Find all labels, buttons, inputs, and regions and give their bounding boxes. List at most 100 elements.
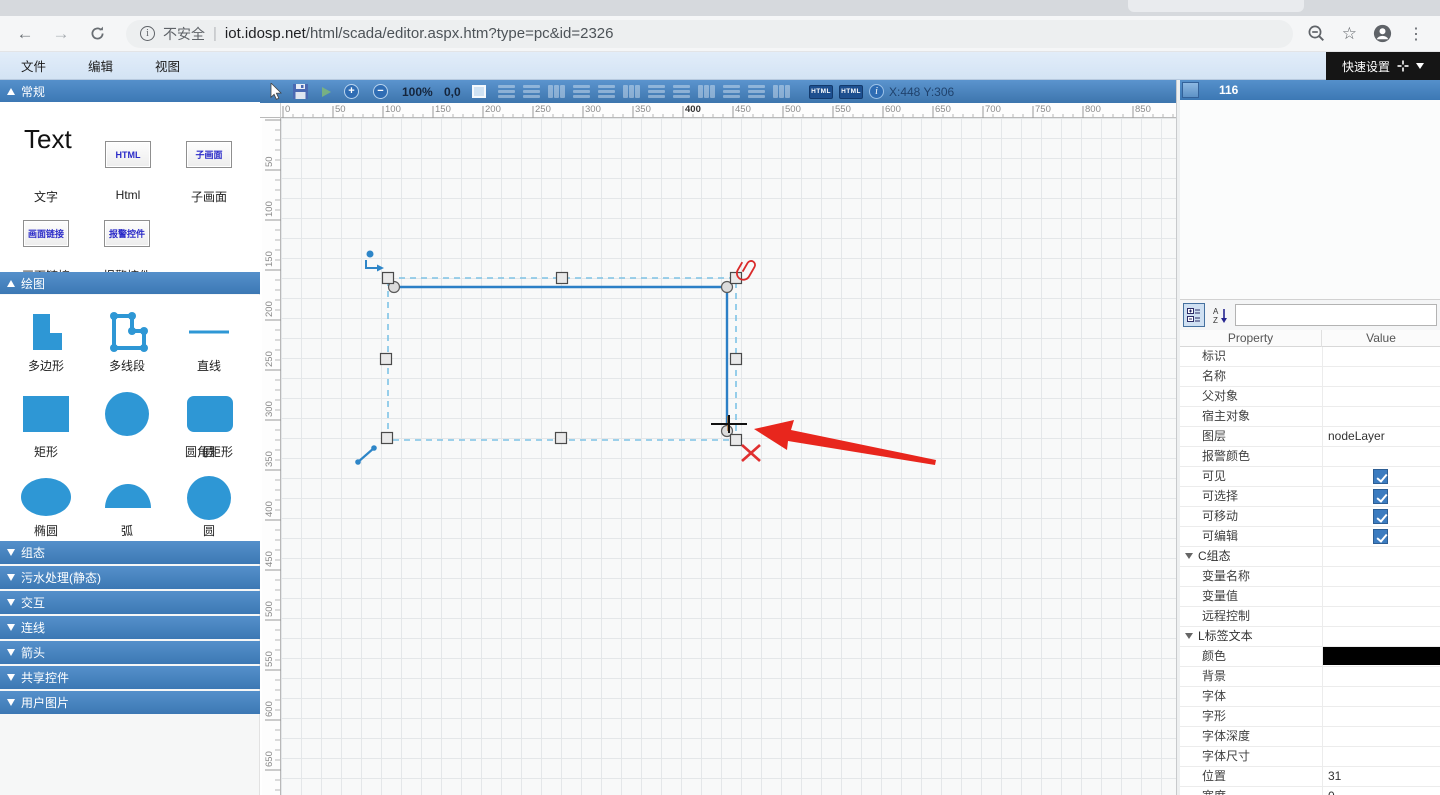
html-source-icon[interactable]: HTML [809,84,833,99]
property-row[interactable]: 宿主对象 [1180,407,1440,427]
section-header-collapsed[interactable]: 组态 [0,541,260,564]
section-header-collapsed[interactable]: 连线 [0,616,260,639]
property-section-label: L标签文本 [1198,629,1253,643]
color-swatch[interactable] [1323,647,1440,665]
line-icon[interactable] [188,329,230,335]
selection-handles[interactable] [379,271,743,447]
circle-icon[interactable] [186,475,232,521]
property-row[interactable]: 名称 [1180,367,1440,387]
property-row[interactable]: 远程控制 [1180,607,1440,627]
property-row[interactable]: 变量名称 [1180,567,1440,587]
section-header-drawing[interactable]: 绘图 [0,272,260,294]
reload-icon[interactable] [82,19,112,49]
rounded-rect-icon[interactable] [186,395,234,433]
section-collapse-icon[interactable] [1185,553,1193,559]
section-header-collapsed[interactable]: 污水处理(静态) [0,566,260,589]
info-icon[interactable]: i [869,84,884,99]
svg-text:650: 650 [935,104,951,115]
circle-icon[interactable] [104,391,150,437]
panel-list-area[interactable] [1180,100,1440,300]
property-row[interactable]: 图层 nodeLayer [1180,427,1440,447]
vertex-handles[interactable] [387,280,734,438]
section-collapse-icon[interactable] [1185,633,1193,639]
property-row[interactable]: 背景 [1180,667,1440,687]
url-text[interactable]: iot.idosp.net/html/scada/editor.aspx.htm… [225,25,614,42]
property-row[interactable]: 字体尺寸 [1180,747,1440,767]
section-body-general: Text 文字 HTML Html 子画面 子画面 画面链接 画面链接 报警控件… [0,102,260,283]
section-title: 交互 [21,596,46,610]
checkbox-checked-icon[interactable] [1373,469,1388,484]
section-header-collapsed[interactable]: 箭头 [0,641,260,664]
zoom-out-page-icon[interactable] [1307,24,1326,43]
arc-icon[interactable] [104,483,152,509]
property-row[interactable]: 可选择 [1180,487,1440,507]
property-label: 图层 [1202,429,1227,443]
svg-text:800: 800 [1085,104,1101,115]
property-value[interactable]: 0 [1328,787,1335,795]
checkbox-checked-icon[interactable] [1373,489,1388,504]
star-icon[interactable]: ☆ [1342,24,1357,44]
property-row[interactable]: 标识 [1180,347,1440,367]
property-value[interactable]: nodeLayer [1328,427,1385,446]
html-tool[interactable]: HTML [105,141,151,168]
menu-item[interactable]: 视图 [134,56,201,75]
alarm-widget-tool[interactable]: 报警控件 [104,220,150,247]
property-row[interactable]: 颜色 [1180,647,1440,667]
text-tool[interactable]: Text [24,124,72,155]
page-info-icon[interactable]: i [140,26,155,41]
property-row[interactable]: 可编辑 [1180,527,1440,547]
property-row[interactable]: 位置 31 [1180,767,1440,787]
svg-text:850: 850 [1135,104,1151,115]
subscreen-tool[interactable]: 子画面 [186,141,232,168]
property-row[interactable]: 变量值 [1180,587,1440,607]
property-row[interactable]: 可移动 [1180,507,1440,527]
ellipse-icon[interactable] [20,477,72,517]
property-row[interactable]: 父对象 [1180,387,1440,407]
property-row[interactable]: 报警颜色 [1180,447,1440,467]
section-header-general[interactable]: 常规 [0,80,260,102]
value-column-header[interactable]: Value [1322,330,1440,347]
select-cursor-icon[interactable] [270,80,283,103]
sort-az-icon[interactable]: AZ [1210,303,1230,327]
security-label[interactable]: 不安全 [163,24,205,44]
quick-settings-button[interactable]: 快速设置 [1326,52,1440,80]
polygon-icon[interactable] [26,313,66,353]
menu-item[interactable]: 文件 [0,56,67,75]
property-value[interactable]: 31 [1328,767,1341,786]
polyline-icon[interactable] [105,309,151,355]
run-icon[interactable] [322,80,331,103]
rect-icon[interactable] [22,395,70,433]
panel-mini-button[interactable] [1182,82,1199,98]
section-title: 连线 [21,621,46,635]
back-icon[interactable]: ← [10,19,40,49]
forward-icon[interactable]: → [46,19,76,49]
address-bar[interactable]: i 不安全 | iot.idosp.net/html/scada/editor.… [126,19,1293,48]
property-row[interactable]: 可见 [1180,467,1440,487]
property-filter-input[interactable] [1235,304,1437,326]
html-preview-icon[interactable]: HTML [839,84,863,99]
zoom-in-icon[interactable]: + [344,80,359,103]
property-section-label: C组态 [1198,549,1231,563]
property-column-header[interactable]: Property [1180,330,1322,347]
screen-link-tool[interactable]: 画面链接 [23,220,69,247]
property-section-row[interactable]: C组态 [1180,547,1440,567]
section-header-collapsed[interactable]: 交互 [0,591,260,614]
menu-item[interactable]: 编辑 [67,56,134,75]
section-header-collapsed[interactable]: 共享控件 [0,666,260,689]
property-row[interactable]: 字体 [1180,687,1440,707]
checkbox-checked-icon[interactable] [1373,509,1388,524]
section-header-collapsed[interactable]: 用户图片 [0,691,260,714]
frame-icon[interactable] [472,80,486,103]
drawn-polyline[interactable] [394,285,729,426]
property-section-row[interactable]: L标签文本 [1180,627,1440,647]
property-label: 背景 [1202,669,1227,683]
avatar-icon[interactable] [1373,24,1392,43]
property-row[interactable]: 字体深度 [1180,727,1440,747]
property-row[interactable]: 字形 [1180,707,1440,727]
save-icon[interactable] [293,80,308,103]
categorized-view-icon[interactable] [1183,303,1205,327]
zoom-out-icon[interactable]: − [373,80,388,103]
checkbox-checked-icon[interactable] [1373,529,1388,544]
kebab-menu-icon[interactable]: ⋮ [1408,24,1424,44]
property-row[interactable]: 宽度 0 [1180,787,1440,795]
